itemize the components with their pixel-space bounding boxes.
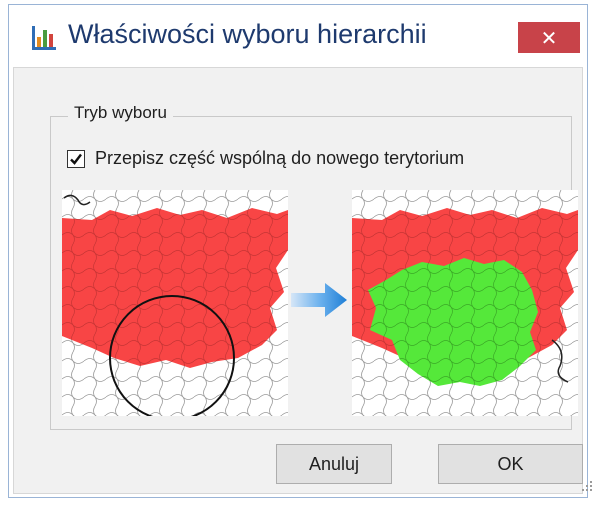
overwrite-checkbox-label[interactable]: Przepisz część wspólną do nowego terytor… bbox=[95, 148, 464, 169]
title-bar[interactable]: Właściwości wyboru hierarchii ✕ bbox=[9, 5, 587, 67]
map-after-icon bbox=[352, 190, 578, 416]
dialog-body: Tryb wyboru Przepisz część wspólną do no… bbox=[13, 67, 583, 494]
close-button[interactable]: ✕ bbox=[518, 22, 580, 53]
map-before-icon bbox=[62, 190, 288, 416]
ok-button[interactable]: OK bbox=[438, 444, 583, 484]
dialog-window: Właściwości wyboru hierarchii ✕ Tryb wyb… bbox=[8, 4, 592, 498]
group-legend: Tryb wyboru bbox=[68, 103, 173, 123]
cancel-button[interactable]: Anuluj bbox=[276, 444, 392, 484]
arrow-right-icon bbox=[291, 281, 349, 319]
checkmark-icon bbox=[70, 153, 82, 165]
resize-grip-icon[interactable] bbox=[580, 479, 593, 493]
chart-icon bbox=[31, 25, 57, 51]
dialog-title: Właściwości wyboru hierarchii bbox=[68, 19, 427, 49]
close-icon: ✕ bbox=[540, 25, 558, 50]
overwrite-checkbox[interactable] bbox=[67, 150, 85, 168]
